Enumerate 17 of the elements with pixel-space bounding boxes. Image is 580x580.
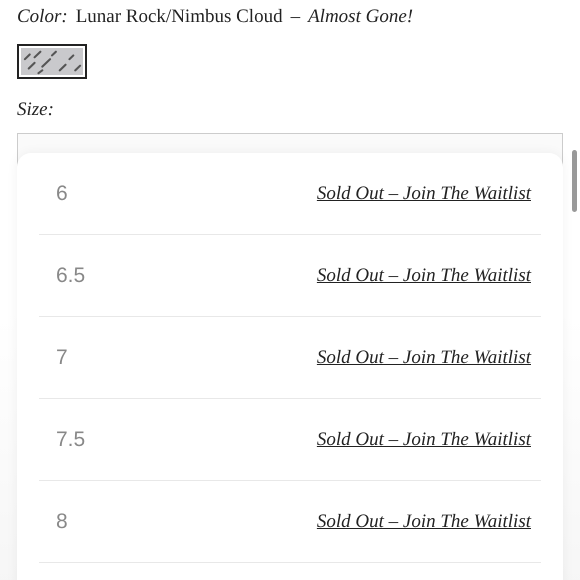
waitlist-link[interactable]: Sold Out – Join The Waitlist <box>316 428 531 450</box>
color-value: Lunar Rock/Nimbus Cloud <box>76 6 283 28</box>
stock-note: Almost Gone! <box>308 6 414 28</box>
size-option[interactable]: 8 <box>56 510 68 534</box>
size-option[interactable]: 7.5 <box>56 428 86 452</box>
waitlist-link[interactable]: Sold Out – Join The Waitlist <box>316 264 531 286</box>
separator: – <box>290 6 300 28</box>
waitlist-link[interactable]: Sold Out – Join The Waitlist <box>316 346 531 368</box>
size-option[interactable]: 6.5 <box>56 264 86 288</box>
waitlist-link[interactable]: Sold Out – Join The Waitlist <box>316 182 531 204</box>
color-swatch[interactable] <box>17 44 87 79</box>
color-label: Color: <box>17 6 68 28</box>
size-label: Size: <box>17 99 55 121</box>
waitlist-link[interactable]: Sold Out – Join The Waitlist <box>316 510 531 532</box>
size-option[interactable]: 6 <box>56 182 68 206</box>
size-option[interactable]: 7 <box>56 346 68 370</box>
scrollbar[interactable] <box>572 150 577 212</box>
